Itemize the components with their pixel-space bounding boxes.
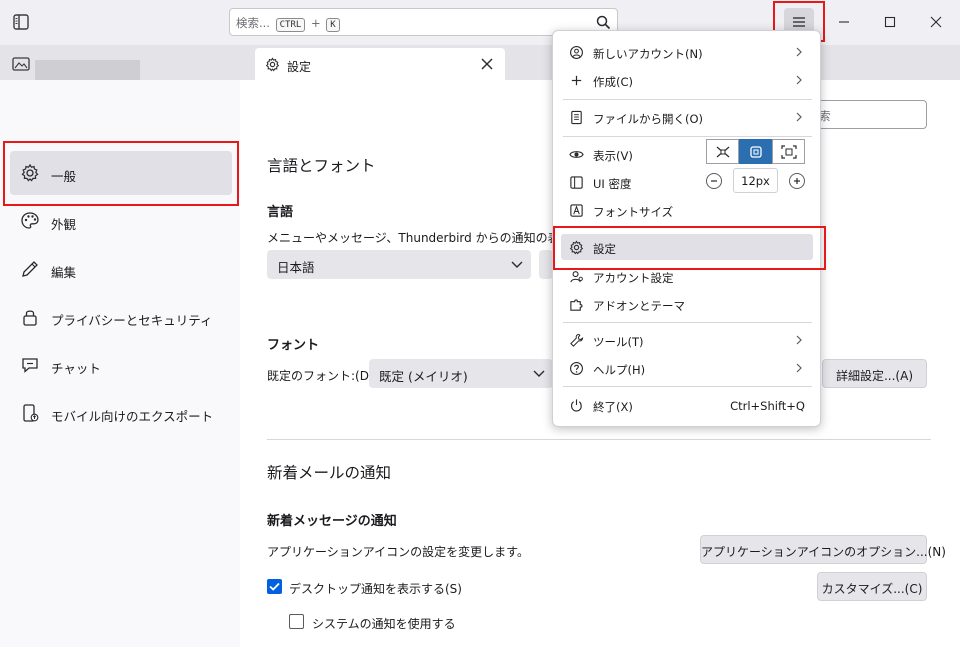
new-message-heading: 新着メッセージの通知	[267, 514, 397, 529]
nav-item-privacy[interactable]: プライバシーとセキュリティ	[10, 295, 232, 339]
nav-label: チャット	[51, 361, 101, 376]
density-touch-button[interactable]	[772, 139, 805, 164]
quit-shortcut: Ctrl+Shift+Q	[730, 399, 805, 413]
nav-item-chat[interactable]: チャット	[10, 343, 232, 387]
language-secondary-button[interactable]	[539, 250, 553, 279]
plus-icon	[571, 75, 582, 86]
lock-icon	[23, 310, 37, 326]
nav-label: 外観	[51, 217, 77, 232]
density-normal-icon	[750, 146, 762, 158]
file-icon	[571, 110, 582, 125]
plus-icon	[794, 178, 800, 184]
k-key: K	[326, 18, 340, 32]
default-font-select[interactable]: 既定 (メイリオ)	[369, 359, 553, 388]
menu-separator	[563, 386, 812, 387]
highlight-settings-item	[553, 226, 826, 270]
menu-item-font-size: フォントサイズ	[561, 197, 701, 223]
power-icon	[571, 399, 582, 412]
customize-button[interactable]: カスタマイズ...(C)	[817, 572, 927, 601]
app-icon-description: アプリケーションアイコンの設定を変更します。	[267, 545, 529, 559]
font-size-increase-button[interactable]	[789, 173, 805, 189]
pencil-icon	[22, 261, 38, 277]
language-select[interactable]: 日本語	[267, 250, 531, 279]
system-notify-label[interactable]: システムの通知を使用する	[312, 615, 456, 632]
menu-separator	[563, 99, 812, 100]
font-size-decrease-button[interactable]	[706, 173, 722, 189]
density-compact-icon	[716, 146, 730, 158]
language-description: メニューやメッセージ、Thunderbird からの通知の表示に	[267, 231, 584, 245]
close-window-icon[interactable]	[924, 10, 948, 34]
menu-separator	[563, 136, 812, 137]
chevron-right-icon	[796, 335, 802, 345]
minus-icon	[711, 180, 717, 182]
section-title-new-mail: 新着メールの通知	[267, 464, 392, 482]
search-icon[interactable]	[596, 15, 611, 30]
menu-item-open-file[interactable]: ファイルから開く(O)	[561, 104, 813, 130]
eye-icon	[569, 151, 584, 158]
density-compact-button[interactable]	[706, 139, 739, 164]
chevron-down-icon	[533, 370, 545, 377]
menu-item-new-account[interactable]: 新しいアカウント(N)	[561, 39, 813, 65]
language-heading: 言語	[267, 205, 294, 220]
chevron-right-icon	[796, 363, 802, 373]
minimize-icon[interactable]	[832, 10, 856, 34]
default-font-label: 既定のフォント:(D)	[267, 369, 374, 383]
chevron-right-icon	[796, 112, 802, 122]
desktop-notify-label[interactable]: デスクトップ通知を表示する(S)	[289, 580, 462, 597]
checkmark-icon	[269, 582, 280, 591]
density-icon	[570, 176, 583, 189]
help-icon	[570, 362, 583, 375]
nav-item-mobile-export[interactable]: モバイル向けのエクスポート	[10, 391, 232, 435]
system-notify-checkbox[interactable]	[289, 614, 304, 629]
sidebar-toggle-icon[interactable]	[12, 13, 30, 31]
menu-item-create[interactable]: 作成(C)	[561, 67, 813, 93]
tab-title: 設定	[287, 60, 312, 74]
gear-icon	[265, 57, 280, 72]
font-size-value: 12px	[733, 168, 778, 193]
advanced-fonts-button[interactable]: 詳細設定...(A)	[822, 359, 927, 388]
menu-item-addons[interactable]: アドオンとテーマ	[561, 291, 813, 317]
density-normal-button[interactable]	[739, 139, 772, 164]
highlight-general	[3, 141, 239, 206]
mail-tab-icon[interactable]	[12, 57, 30, 71]
density-touch-icon	[781, 145, 797, 159]
menu-item-ui-density: UI 密度	[561, 169, 701, 195]
ctrl-key: CTRL	[275, 18, 306, 32]
palette-icon	[21, 212, 39, 229]
maximize-icon[interactable]	[878, 10, 902, 34]
menu-item-quit[interactable]: 終了(X) Ctrl+Shift+Q	[561, 392, 813, 418]
desktop-notify-checkbox[interactable]	[267, 579, 282, 594]
font-size-icon	[570, 204, 583, 217]
tab-settings[interactable]: 設定	[255, 48, 505, 80]
nav-label: プライバシーとセキュリティ	[51, 313, 213, 328]
nav-label: 編集	[51, 265, 77, 280]
chat-icon	[22, 358, 38, 373]
menu-item-help[interactable]: ヘルプ(H)	[561, 355, 813, 381]
close-tab-icon[interactable]	[480, 57, 494, 71]
blurred-account-name	[35, 60, 140, 80]
mobile-export-icon	[23, 404, 39, 422]
menu-item-tools[interactable]: ツール(T)	[561, 327, 813, 353]
search-placeholder: 検索... CTRL + K	[236, 15, 342, 32]
font-heading: フォント	[267, 338, 320, 353]
new-account-icon	[570, 46, 583, 59]
chevron-right-icon	[796, 47, 802, 57]
section-title-language-font: 言語とフォント	[267, 157, 376, 175]
wrench-icon	[570, 333, 584, 347]
menu-separator	[563, 322, 812, 323]
chevron-right-icon	[796, 75, 802, 85]
app-icon-options-button[interactable]: アプリケーションアイコンのオプション...(N)	[700, 535, 946, 564]
puzzle-icon	[570, 299, 583, 311]
account-settings-icon	[570, 271, 583, 283]
divider	[267, 439, 931, 440]
nav-label: モバイル向けのエクスポート	[51, 409, 214, 424]
nav-item-editing[interactable]: 編集	[10, 247, 232, 291]
chevron-down-icon	[511, 261, 523, 268]
